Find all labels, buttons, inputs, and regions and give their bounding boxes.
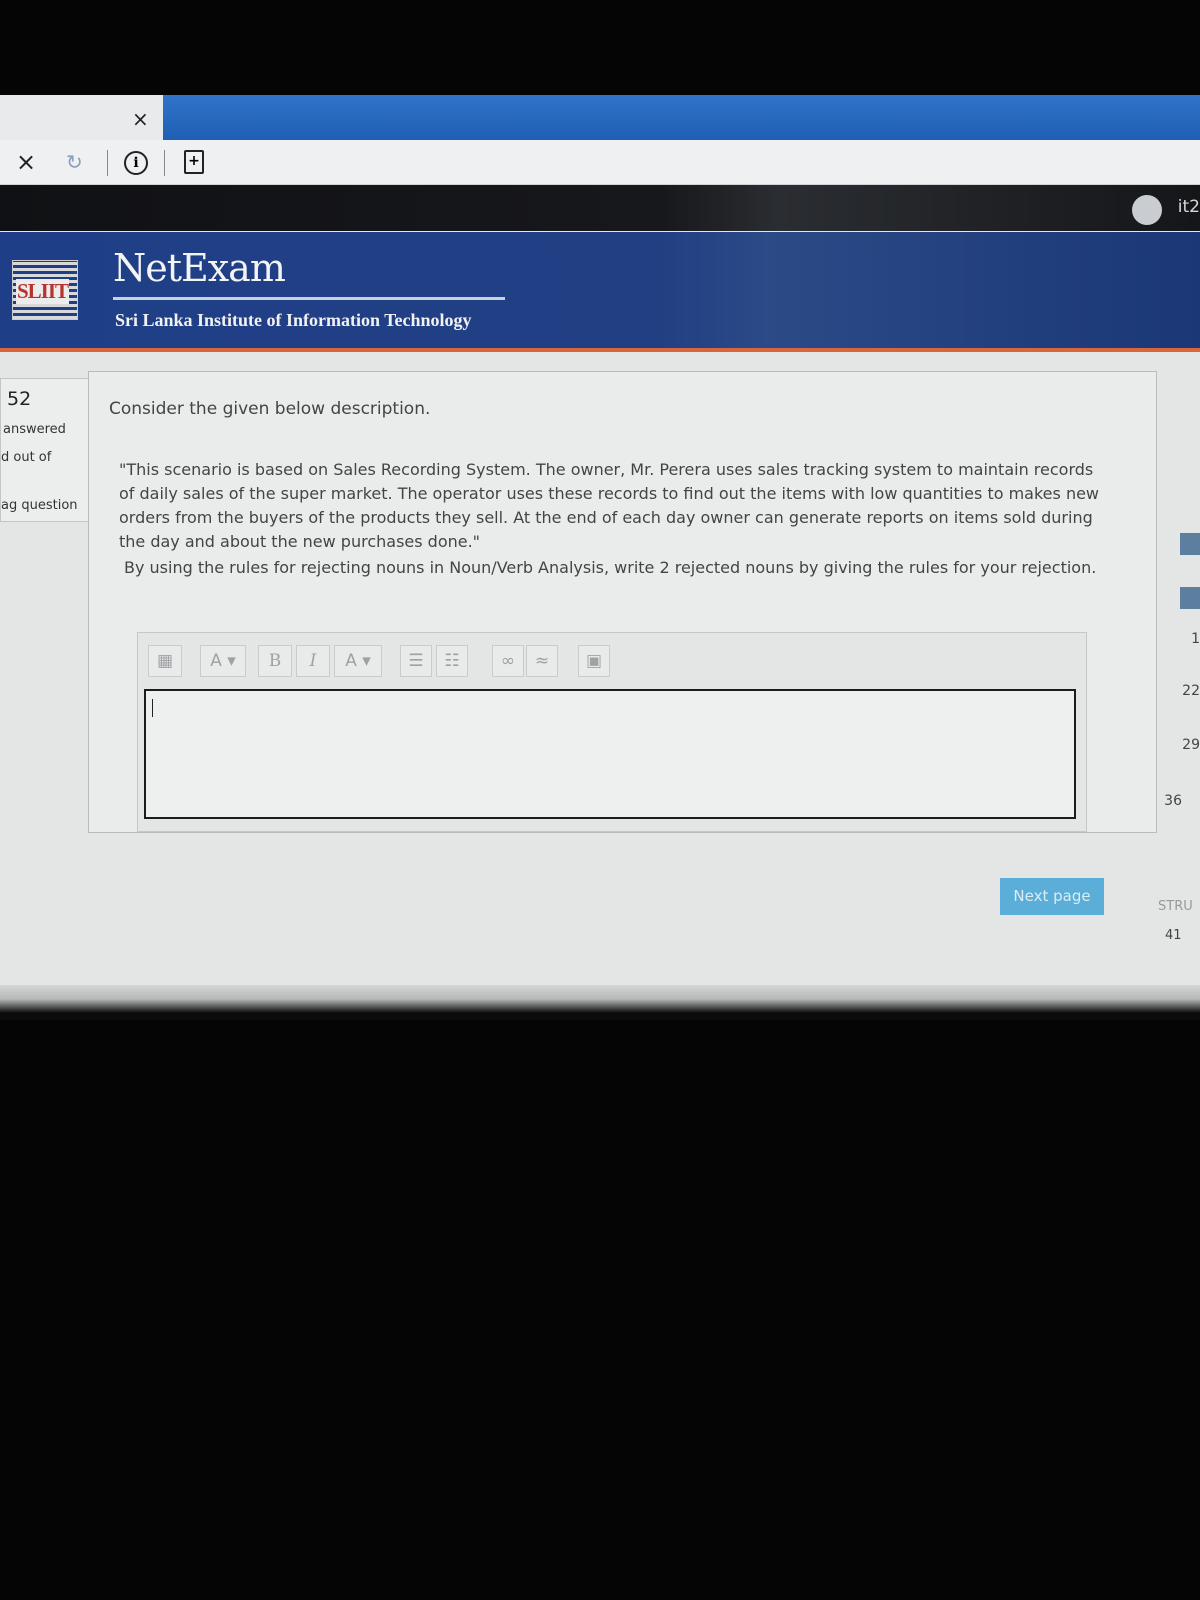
avatar[interactable] [1132, 195, 1162, 225]
logo-text: SLIIT [16, 279, 69, 304]
document-icon[interactable]: + [184, 150, 204, 174]
question-scenario: "This scenario is based on Sales Recordi… [119, 460, 1100, 551]
answer-editor: ▦ A ▾ B I A ▾ ☰ ☷ ∞ ≈ ▣ [137, 632, 1087, 832]
flag-question-link[interactable]: ag question [1, 498, 78, 513]
question-status: answered [3, 422, 66, 437]
institute-name: Sri Lanka Institute of Information Techn… [115, 310, 472, 330]
unlink-icon[interactable]: ≈ [526, 645, 558, 677]
numbered-list-icon[interactable]: ☷ [436, 645, 468, 677]
brand-underline [113, 297, 505, 300]
question-content: Consider the given below description. "T… [88, 371, 1157, 833]
nav-separator [164, 150, 165, 176]
tab-strip [163, 95, 1200, 140]
question-number: 52 [7, 388, 32, 410]
question-instruction: By using the rules for rejecting nouns i… [124, 558, 1097, 577]
user-name[interactable]: it2 [1178, 197, 1200, 217]
nav-tile[interactable] [1180, 587, 1200, 609]
font-color-label: A [345, 651, 357, 671]
close-icon[interactable]: × [16, 147, 36, 177]
bullet-list-icon[interactable]: ☰ [400, 645, 432, 677]
italic-button[interactable]: I [296, 645, 330, 677]
nav-tile-36[interactable]: 36 [1150, 793, 1200, 809]
nav-tile-29[interactable]: 29 [1150, 737, 1200, 753]
screen-bottom-edge [0, 985, 1200, 1020]
site-header: SLIIT NetExam Sri Lanka Institute of Inf… [0, 232, 1200, 352]
tab-close-icon[interactable]: × [132, 107, 149, 131]
info-icon[interactable]: i [124, 151, 148, 175]
user-bar [0, 185, 1200, 231]
sliit-logo: SLIIT [12, 260, 78, 320]
reload-icon[interactable]: ↻ [66, 147, 83, 177]
text-caret [152, 699, 153, 717]
answer-textarea[interactable] [144, 689, 1076, 819]
brand-title[interactable]: NetExam [113, 246, 286, 290]
nav-tile-1[interactable]: 1 [1150, 631, 1200, 647]
font-color-button[interactable]: A ▾ [334, 645, 382, 677]
toolbar-toggle-icon[interactable]: ▦ [148, 645, 182, 677]
browser-nav-bar: × ↻ i + [0, 140, 1200, 185]
section-label: STRU [1158, 899, 1193, 914]
nav-tile[interactable] [1180, 533, 1200, 555]
paragraph-style-label: A [210, 651, 222, 671]
question-marks: d out of [1, 450, 52, 465]
image-icon[interactable]: ▣ [578, 645, 610, 677]
question-intro: Consider the given below description. [109, 399, 431, 419]
nav-tile-41[interactable]: 41 [1165, 928, 1182, 943]
nav-tile-22[interactable]: 22 [1150, 683, 1200, 699]
link-icon[interactable]: ∞ [492, 645, 524, 677]
bold-button[interactable]: B [258, 645, 292, 677]
paragraph-style-button[interactable]: A ▾ [200, 645, 246, 677]
nav-separator [107, 150, 108, 176]
question-info-panel: 52 answered d out of ag question [0, 378, 97, 522]
next-page-button[interactable]: Next page [1000, 878, 1104, 915]
screen: × × ↻ i + it2 SLIIT NetExam Sri Lanka In… [0, 95, 1200, 1020]
browser-tab-bar: × [0, 95, 1200, 140]
